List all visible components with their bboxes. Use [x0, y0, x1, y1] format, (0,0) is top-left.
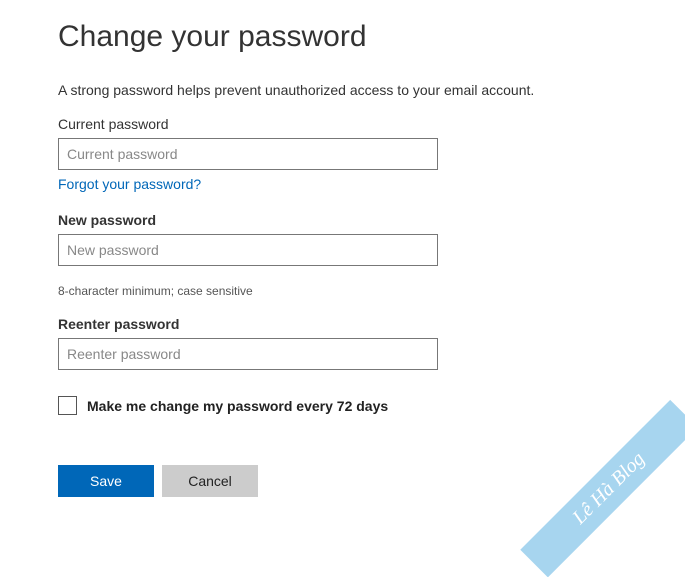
current-password-label: Current password	[58, 116, 685, 132]
change-every-72-days-row: Make me change my password every 72 days	[58, 396, 685, 415]
new-password-label: New password	[58, 212, 685, 228]
current-password-group: Current password Forgot your password?	[58, 116, 685, 194]
change-every-72-days-label[interactable]: Make me change my password every 72 days	[87, 398, 388, 414]
button-row: Save Cancel	[58, 465, 685, 497]
password-hint: 8-character minimum; case sensitive	[58, 284, 685, 298]
new-password-group: New password	[58, 212, 685, 266]
reenter-password-label: Reenter password	[58, 316, 685, 332]
reenter-password-input[interactable]	[58, 338, 438, 370]
change-every-72-days-checkbox[interactable]	[58, 396, 77, 415]
page-title: Change your password	[58, 20, 685, 54]
reenter-password-group: Reenter password	[58, 316, 685, 370]
save-button[interactable]: Save	[58, 465, 154, 497]
current-password-input[interactable]	[58, 138, 438, 170]
page-description: A strong password helps prevent unauthor…	[58, 82, 685, 98]
cancel-button[interactable]: Cancel	[162, 465, 258, 497]
forgot-password-link[interactable]: Forgot your password?	[58, 176, 201, 192]
new-password-input[interactable]	[58, 234, 438, 266]
